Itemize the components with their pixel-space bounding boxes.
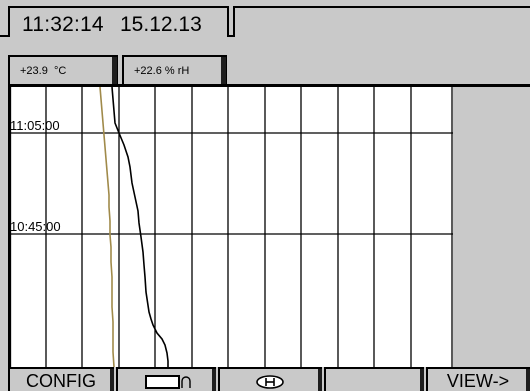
- horizontal-gridlines: [10, 132, 453, 235]
- clock-date: 15.12.13: [120, 13, 202, 36]
- softkey-divider: [212, 369, 216, 391]
- scale-button[interactable]: [116, 367, 216, 391]
- vertical-gridlines: [10, 87, 453, 367]
- softkey-divider: [420, 369, 424, 391]
- recorder-screen: 11:32:14 15.12.13 +23.9 °C +22.6 % rH 11…: [0, 0, 530, 391]
- channel-tab-humidity[interactable]: +22.6 % rH: [122, 55, 227, 84]
- tab-divider: [112, 57, 117, 84]
- config-button[interactable]: CONFIG: [8, 367, 114, 391]
- blank-softkey[interactable]: [324, 367, 424, 391]
- temperature-trace: [99, 87, 115, 367]
- softkey-divider: [318, 369, 322, 391]
- trend-plot: [10, 87, 453, 367]
- view-next-button[interactable]: VIEW->: [426, 367, 530, 391]
- hold-h-icon: [256, 375, 284, 389]
- softkey-divider: [110, 369, 114, 391]
- clock-time: 11:32:14: [22, 13, 104, 36]
- tab-divider: [221, 57, 226, 84]
- channel-tab-temperature[interactable]: +23.9 °C: [8, 55, 118, 84]
- time-label-1105: 11:05:00: [10, 118, 60, 133]
- message-panel: [233, 6, 530, 37]
- time-label-1045: 10:45:00: [10, 219, 61, 234]
- hold-button[interactable]: [218, 367, 322, 391]
- humidity-trace: [111, 87, 169, 367]
- rectangle-arc-icon: [145, 375, 191, 389]
- softkey-divider: [526, 369, 530, 391]
